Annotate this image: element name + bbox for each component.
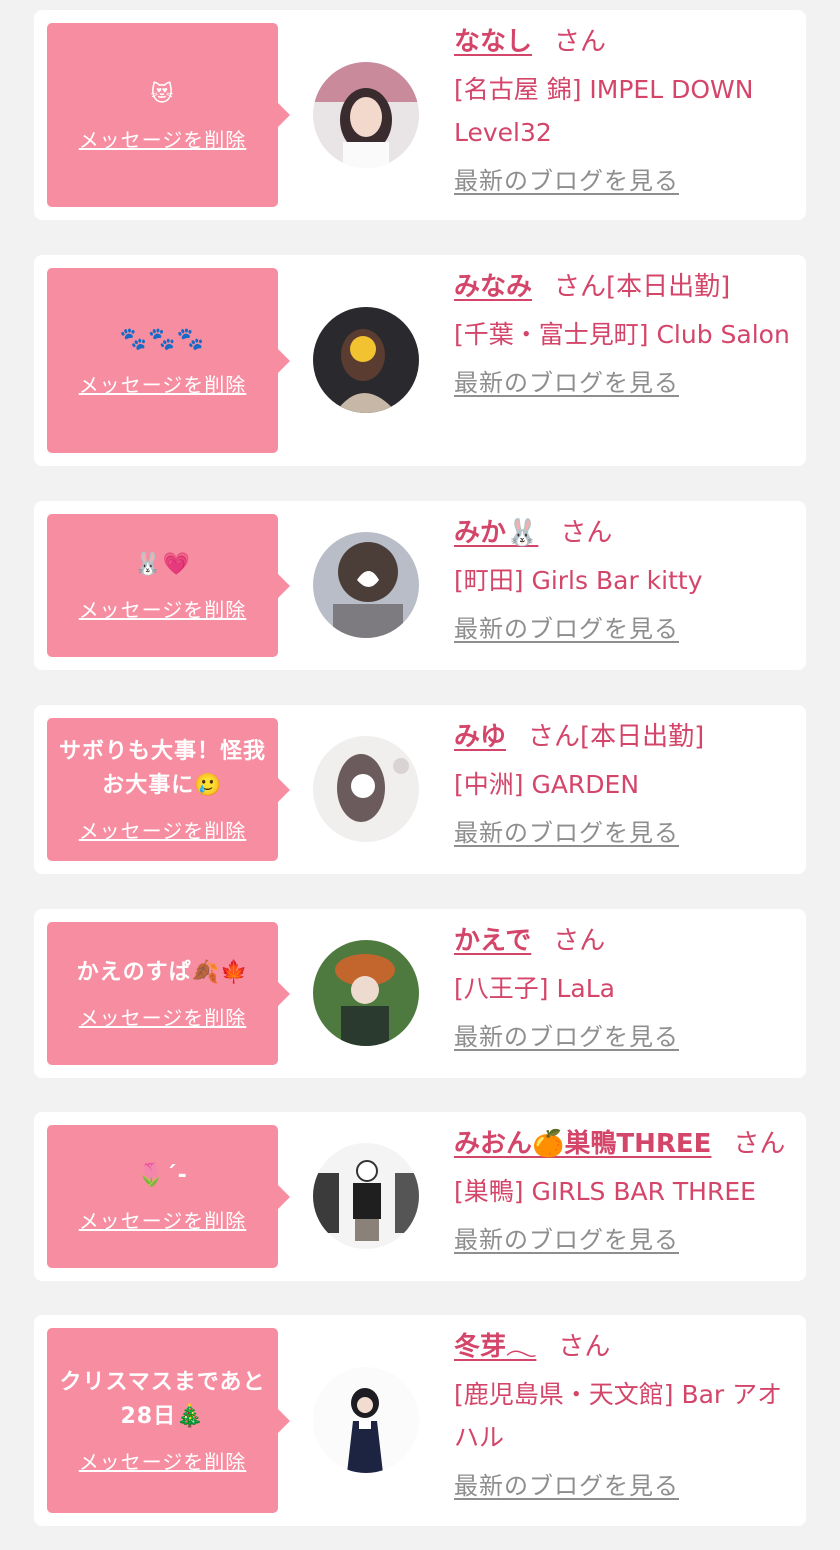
name-suffix: さん: [554, 27, 607, 57]
profile-info: ななし さん [名古屋 錦] IMPEL DOWN Level32 最新のブログを…: [454, 24, 792, 198]
profile-name-link[interactable]: みゆ: [454, 722, 506, 752]
name-suffix: さん: [733, 1129, 786, 1159]
message-text: クリスマスまであと28日🎄: [59, 1370, 266, 1429]
message-text: 🐰💗: [134, 552, 191, 577]
avatar[interactable]: [313, 1143, 419, 1249]
delete-message-link[interactable]: メッセージを削除: [79, 1205, 247, 1234]
profile-name-link[interactable]: ななし: [454, 27, 532, 57]
message-card: 🌷´- メッセージを削除 みおん🍊巣鴨THREE さん [巣鴨] GIRLS BA…: [34, 1112, 806, 1281]
profile-info: みおん🍊巣鴨THREE さん [巣鴨] GIRLS BAR THREE 最新のブロ…: [454, 1126, 792, 1257]
message-card: 😻 メッセージを削除 ななし さん [名古屋 錦] IMPEL DOWN Leve…: [34, 10, 806, 220]
profile-info: みか🐰 さん [町田] Girls Bar kitty 最新のブログを見る: [454, 515, 792, 646]
message-list: 😻 メッセージを削除 ななし さん [名古屋 錦] IMPEL DOWN Leve…: [0, 0, 840, 1550]
message-text: 😻: [150, 81, 175, 107]
avatar[interactable]: [313, 940, 419, 1046]
shop-text: [八王子] LaLa: [454, 974, 615, 1003]
shop-text: [巣鴨] GIRLS BAR THREE: [454, 1177, 756, 1206]
message-card: 🐰💗 メッセージを削除 みか🐰 さん [町田] Girls Bar kitty 最…: [34, 501, 806, 670]
message-text: 🌷´-: [137, 1163, 188, 1188]
latest-blog-link[interactable]: 最新のブログを見る: [454, 366, 679, 400]
avatar-photo: [313, 62, 419, 168]
avatar-photo: [313, 532, 419, 638]
delete-message-link[interactable]: メッセージを削除: [79, 124, 247, 153]
profile-name-link[interactable]: 冬芽𓂃: [454, 1332, 536, 1362]
delete-message-link[interactable]: メッセージを削除: [79, 815, 247, 844]
name-suffix: さん: [560, 518, 613, 548]
avatar-photo: [313, 1367, 419, 1473]
profile-name-link[interactable]: みおん🍊巣鴨THREE: [454, 1129, 711, 1159]
message-card: かえのすぱ🍂🍁 メッセージを削除 かえで さん [八王子] LaLa 最新のブログ…: [34, 909, 806, 1078]
profile-name-link[interactable]: かえで: [454, 926, 531, 956]
shop-text: [鹿児島県・天文館] Bar アオハル: [454, 1380, 783, 1452]
delete-message-link[interactable]: メッセージを削除: [79, 369, 247, 398]
avatar[interactable]: [313, 1367, 419, 1473]
message-bubble: クリスマスまであと28日🎄 メッセージを削除: [47, 1328, 290, 1513]
latest-blog-link[interactable]: 最新のブログを見る: [454, 1020, 679, 1054]
name-suffix: さん[本日出勤]: [528, 722, 705, 752]
message-bubble: サボりも大事！怪我お大事に🥲 メッセージを削除: [47, 718, 290, 861]
message-bubble: 😻 メッセージを削除: [47, 23, 290, 207]
message-text: 🐾🐾🐾: [119, 327, 206, 352]
name-suffix: さん: [558, 1332, 611, 1362]
message-bubble: かえのすぱ🍂🍁 メッセージを削除: [47, 922, 290, 1065]
message-bubble: 🐰💗 メッセージを削除: [47, 514, 290, 657]
profile-name-link[interactable]: みなみ: [454, 272, 532, 302]
latest-blog-link[interactable]: 最新のブログを見る: [454, 1469, 679, 1503]
avatar-photo: [313, 940, 419, 1046]
avatar[interactable]: [313, 532, 419, 638]
message-bubble: 🐾🐾🐾 メッセージを削除: [47, 268, 290, 453]
shop-text: [名古屋 錦] IMPEL DOWN Level32: [454, 75, 754, 147]
delete-message-link[interactable]: メッセージを削除: [79, 1446, 247, 1475]
message-card: 🐾🐾🐾 メッセージを削除 みなみ さん[本日出勤] [千葉・富士見町] Club …: [34, 255, 806, 466]
avatar-photo: [313, 1143, 419, 1249]
avatar[interactable]: [313, 62, 419, 168]
message-bubble: 🌷´- メッセージを削除: [47, 1125, 290, 1268]
name-suffix: さん[本日出勤]: [554, 272, 731, 302]
delete-message-link[interactable]: メッセージを削除: [79, 594, 247, 623]
avatar-photo: [313, 307, 419, 413]
shop-text: [千葉・富士見町] Club Salon: [454, 320, 790, 349]
avatar[interactable]: [313, 736, 419, 842]
message-text: かえのすぱ🍂🍁: [76, 960, 249, 985]
profile-info: 冬芽𓂃 さん [鹿児島県・天文館] Bar アオハル 最新のブログを見る: [454, 1329, 792, 1503]
message-card: サボりも大事！怪我お大事に🥲 メッセージを削除 みゆ さん[本日出勤] [中洲] …: [34, 705, 806, 874]
delete-message-link[interactable]: メッセージを削除: [79, 1002, 247, 1031]
profile-info: みゆ さん[本日出勤] [中洲] GARDEN 最新のブログを見る: [454, 719, 792, 850]
latest-blog-link[interactable]: 最新のブログを見る: [454, 1223, 679, 1257]
message-card: クリスマスまであと28日🎄 メッセージを削除 冬芽𓂃 さん [鹿児島県・天文館] …: [34, 1315, 806, 1526]
name-suffix: さん: [553, 926, 606, 956]
shop-text: [中洲] GARDEN: [454, 770, 640, 799]
avatar-photo: [313, 736, 419, 842]
profile-info: みなみ さん[本日出勤] [千葉・富士見町] Club Salon 最新のブログを…: [454, 269, 792, 400]
avatar[interactable]: [313, 307, 419, 413]
message-text: サボりも大事！怪我お大事に🥲: [58, 739, 266, 798]
latest-blog-link[interactable]: 最新のブログを見る: [454, 164, 679, 198]
latest-blog-link[interactable]: 最新のブログを見る: [454, 816, 679, 850]
profile-name-link[interactable]: みか🐰: [454, 518, 538, 548]
profile-info: かえで さん [八王子] LaLa 最新のブログを見る: [454, 923, 792, 1054]
shop-text: [町田] Girls Bar kitty: [454, 566, 703, 595]
latest-blog-link[interactable]: 最新のブログを見る: [454, 612, 679, 646]
